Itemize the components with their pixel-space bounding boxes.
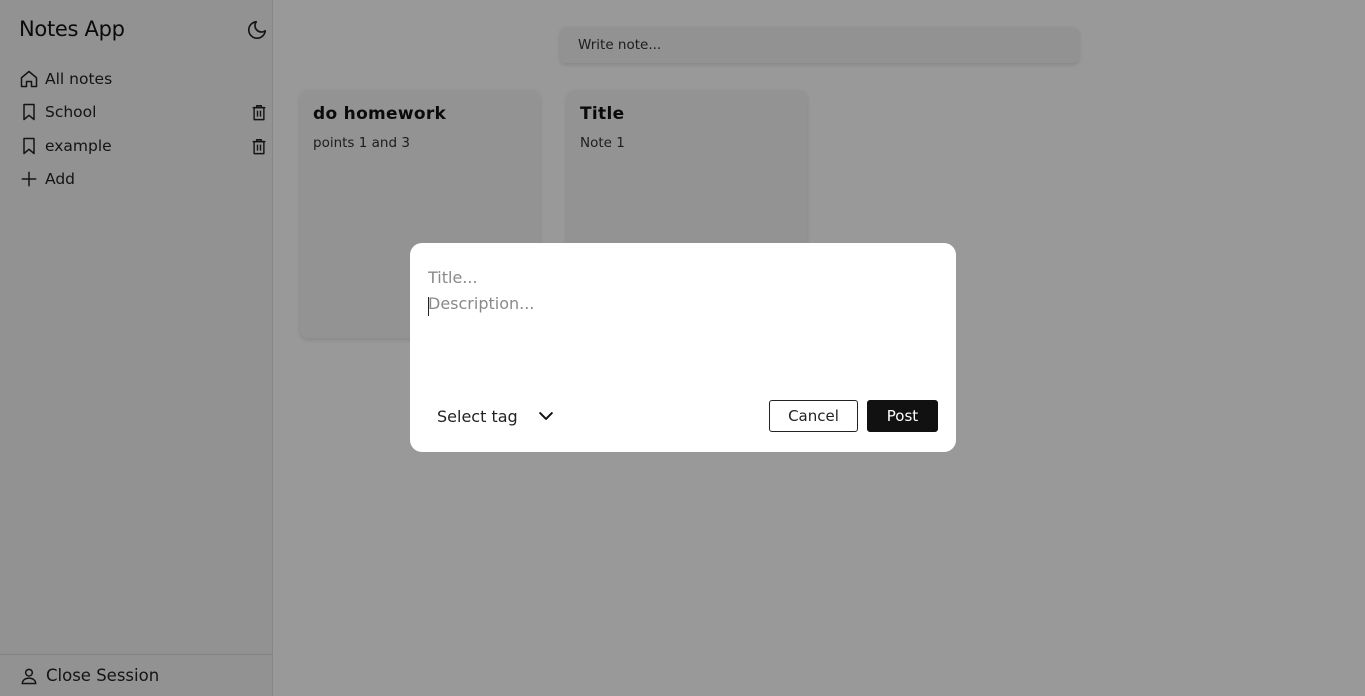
text-cursor <box>428 297 429 316</box>
new-note-modal: Select tag Cancel Post <box>410 243 956 452</box>
chevron-down-icon <box>536 406 556 426</box>
tag-select[interactable]: Select tag <box>437 403 556 429</box>
tag-select-label: Select tag <box>437 406 518 426</box>
note-description-input[interactable] <box>428 294 938 384</box>
cancel-button[interactable]: Cancel <box>769 400 858 432</box>
note-title-input[interactable] <box>428 265 928 289</box>
post-button[interactable]: Post <box>867 400 938 432</box>
